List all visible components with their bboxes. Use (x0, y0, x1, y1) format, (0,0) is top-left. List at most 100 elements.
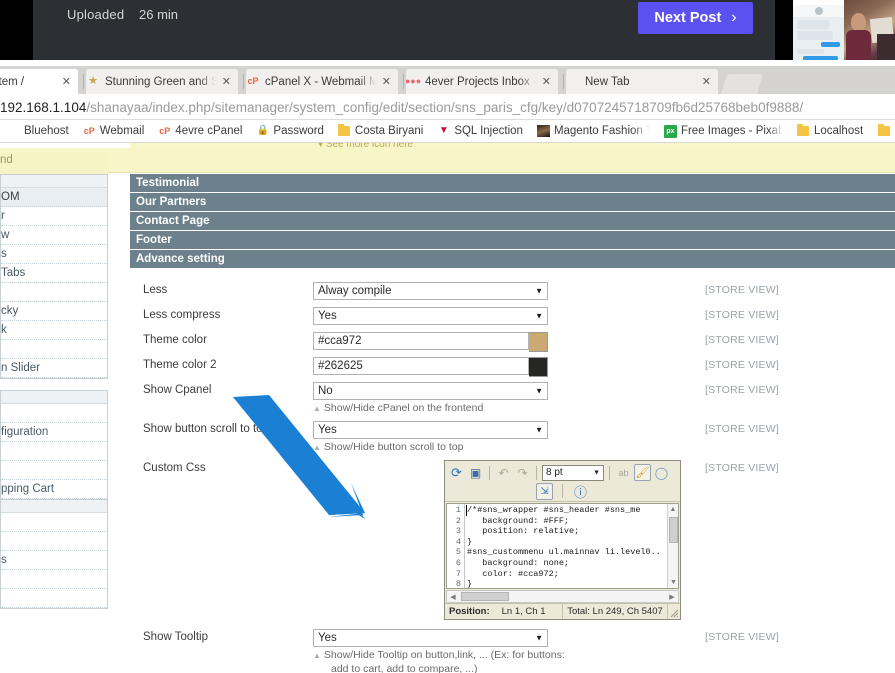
select-less[interactable]: Alway compile ▼ (313, 282, 548, 300)
sidebar-item-blank-6[interactable] (1, 513, 107, 532)
editor-vertical-scrollbar[interactable]: ▲ ▼ (667, 504, 678, 588)
sidebar-item-blank-2[interactable] (1, 340, 107, 359)
vertical-scroll-thumb[interactable] (669, 517, 678, 543)
sidebar-item-tabs[interactable]: Tabs (1, 264, 107, 283)
tab-close-icon[interactable]: ✕ (702, 75, 711, 88)
bookmark-sql-injection[interactable]: ▼ SQL Injection (430, 121, 530, 141)
select-show-tooltip[interactable]: Yes ▼ (313, 629, 548, 647)
address-bar[interactable]: 192.168.1.104/shanayaa/index.php/siteman… (0, 94, 895, 120)
bookmark-label: Free Images - Pixabay (680, 125, 783, 137)
sidebar-item-blank-5[interactable] (1, 461, 107, 480)
section-header-testimonial[interactable]: Testimonial (130, 174, 895, 193)
bookmark-4evre-cpanel[interactable]: cP 4evre cPanel (151, 121, 249, 141)
thumbnail-chat-screenshot[interactable] (793, 0, 844, 60)
section-header-our-partners[interactable]: Our Partners (130, 193, 895, 212)
bookmark-label: Webmail (99, 125, 145, 137)
bookmark-bluehost[interactable]: Bluehost (0, 121, 76, 141)
next-post-button[interactable]: Next Post › (638, 2, 753, 34)
sidebar-group-header (1, 175, 107, 188)
resize-grip-icon (670, 609, 679, 618)
select-show-cpanel-value: No (318, 385, 333, 397)
bookmark-beautifier[interactable]: Beautifier (870, 121, 895, 141)
sidebar-item-s[interactable]: s (1, 245, 107, 264)
select-less-compress[interactable]: Yes ▼ (313, 307, 548, 325)
sidebar-item-blank-4[interactable] (1, 442, 107, 461)
tab-stunning-green-and-skyblue[interactable]: ★ Stunning Green and Skyb ✕ (86, 69, 238, 94)
bookmark-webmail[interactable]: cP Webmail (76, 121, 152, 141)
scroll-left-icon[interactable]: ◀ (447, 593, 459, 601)
section-header-footer[interactable]: Footer (130, 231, 895, 250)
tab-new-tab[interactable]: New Tab ✕ (566, 69, 718, 94)
bookmark-password[interactable]: 🔒 Password (249, 121, 331, 141)
tab-close-icon[interactable]: ✕ (542, 75, 551, 88)
section-header-advance-setting[interactable]: Advance setting (130, 250, 895, 269)
scroll-down-icon[interactable]: ▼ (668, 577, 678, 588)
cpanel-icon: cP (159, 125, 171, 136)
tab-close-icon[interactable]: ✕ (222, 75, 231, 88)
tab-cpanel-x-webmail-main[interactable]: cP cPanel X - Webmail Main ✕ (246, 69, 398, 94)
bookmark-magento-fashion-theme[interactable]: Magento Fashion The (530, 121, 657, 141)
section-header-contact-page[interactable]: Contact Page (130, 212, 895, 231)
sidebar-item-configuration[interactable]: figuration (1, 423, 107, 442)
sidebar-item-w[interactable]: w (1, 226, 107, 245)
sidebar-item-blank-7[interactable] (1, 532, 107, 551)
input-theme-color[interactable]: #cca972 (313, 332, 529, 350)
sidebar-item-shopping-cart[interactable]: pping Cart (1, 480, 107, 499)
tab-favicon-newtab (566, 75, 580, 89)
brush-icon[interactable]: 🖌 (634, 464, 651, 481)
new-tab-button[interactable] (720, 74, 764, 94)
tab-system[interactable]: / System / ✕ (0, 69, 78, 94)
field-label-custom-css: Custom Css (143, 462, 206, 474)
custom-css-code-editor[interactable]: ⟳ ▣ ↶ ↷ 8 pt ▼ ab 🖌 ◯ ⇲ ⓘ 1 2 3 4 5 6 7 … (444, 460, 681, 620)
scroll-up-icon[interactable]: ▲ (668, 504, 678, 515)
sidebar-item-r[interactable]: r (1, 207, 107, 226)
sidebar-item-blank-8[interactable] (1, 570, 107, 589)
sidebar-item-k[interactable]: k (1, 321, 107, 340)
cpanel-icon: cP (83, 125, 95, 136)
px-icon: px (663, 124, 677, 138)
color-swatch-theme-color-2[interactable] (529, 357, 548, 377)
input-theme-color-2[interactable]: #262625 (313, 357, 529, 375)
field-row-custom-css: Custom Css [STORE VIEW] ⟳ ▣ ↶ ↷ 8 pt ▼ a… (130, 460, 895, 629)
toolbar-separator (562, 484, 563, 498)
chevron-right-icon: › (731, 9, 737, 26)
editor-code-text[interactable]: /*#sns_wrapper #sns_header #sns_me backg… (465, 504, 678, 588)
sidebar-item-s2[interactable]: s (1, 551, 107, 570)
select-show-button-scroll-to-top[interactable]: Yes ▼ (313, 421, 548, 439)
sidebar-item-om[interactable]: OM (1, 188, 107, 207)
sidebar-item-blank-9[interactable] (1, 589, 107, 608)
bookmark-costa-biryani[interactable]: Costa Biryani (331, 121, 430, 141)
editor-resize-grip[interactable] (668, 604, 680, 619)
color-swatch-theme-color[interactable] (529, 332, 548, 352)
help-icon[interactable]: ⓘ (572, 483, 589, 500)
overlay-thumbnail-strip[interactable] (793, 0, 895, 60)
lock-icon: 🔒 (256, 125, 270, 136)
video-overlay-banner: Uploaded 26 min Next Post › (0, 0, 895, 66)
bookmark-free-images-pixabay[interactable]: px Free Images - Pixabay (657, 121, 790, 141)
undo-icon[interactable]: ↶ (495, 464, 512, 481)
tab-close-icon[interactable]: ✕ (62, 75, 71, 88)
tab-title: Stunning Green and Skyb (105, 75, 216, 88)
triangle-up-icon: ▲ (313, 443, 321, 452)
select-show-cpanel[interactable]: No ▼ (313, 382, 548, 400)
editor-body[interactable]: 1 2 3 4 5 6 7 8 /*#sns_wrapper #sns_head… (446, 503, 679, 589)
sidebar-item-slider[interactable]: n Slider (1, 359, 107, 378)
redo-icon[interactable]: ↷ (514, 464, 531, 481)
tab-close-icon[interactable]: ✕ (382, 75, 391, 88)
tab-4ever-projects-inbox[interactable]: ●●● 4ever Projects Inbox - As ✕ (406, 69, 558, 94)
overlay-right-gap (775, 0, 793, 60)
bookmark-localhost[interactable]: Localhost (790, 121, 870, 141)
thumbnail-person-photo[interactable] (844, 0, 895, 60)
eraser-icon[interactable]: ◯ (653, 464, 670, 481)
insert-snippet-icon[interactable]: ⇲ (536, 482, 553, 500)
font-size-select[interactable]: 8 pt ▼ (542, 464, 604, 481)
scroll-right-icon[interactable]: ▶ (666, 593, 678, 601)
sidebar-item-blank-1[interactable] (1, 283, 107, 302)
window-icon[interactable]: ▣ (467, 464, 484, 481)
sidebar-item-blank-3[interactable] (1, 404, 107, 423)
sidebar-item-cky[interactable]: cky (1, 302, 107, 321)
spellcheck-icon[interactable]: ab (615, 464, 632, 481)
horizontal-scroll-thumb[interactable] (461, 592, 509, 601)
redo-circle-icon[interactable]: ⟳ (448, 464, 465, 481)
editor-horizontal-scrollbar[interactable]: ◀ ▶ (446, 590, 679, 603)
